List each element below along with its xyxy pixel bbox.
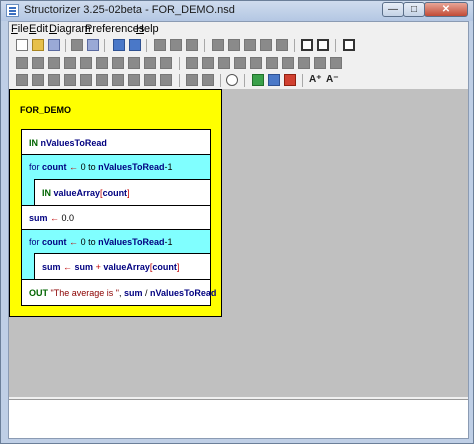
menu-file[interactable]: File xyxy=(11,23,29,35)
diagram-workspace[interactable]: FOR_DEMO IN nValuesToRead for count ← 0 … xyxy=(9,89,468,397)
add-instruction-icon[interactable] xyxy=(16,57,28,69)
add-alternative-icon[interactable] xyxy=(32,57,44,69)
sub-mode-icon[interactable] xyxy=(317,39,329,51)
save-icon[interactable] xyxy=(48,39,60,51)
for-loop-element[interactable]: for count ← 0 to nValuesToRead-1 sum ← s… xyxy=(21,229,211,280)
add-repeat-loop-icon[interactable] xyxy=(96,57,108,69)
toolbar-separator xyxy=(104,39,105,52)
menu-bar: File Edit Diagram Preferences Help xyxy=(9,22,468,36)
move-down-icon[interactable] xyxy=(260,39,272,51)
color-9-icon[interactable] xyxy=(314,57,326,69)
add-parallel-icon[interactable] xyxy=(160,57,172,69)
open-file-icon[interactable] xyxy=(32,39,44,51)
color-2-icon[interactable] xyxy=(202,57,214,69)
font-down-icon[interactable]: A⁻ xyxy=(326,74,339,86)
toolbar-separator xyxy=(335,39,336,52)
nsd-diagram[interactable]: FOR_DEMO IN nValuesToRead for count ← 0 … xyxy=(9,89,222,317)
assignment-element[interactable]: sum ← sum + valueArray[count] xyxy=(34,253,211,280)
expand-icon[interactable] xyxy=(202,74,214,86)
breakpoint-icon[interactable] xyxy=(284,74,296,86)
add-before-instruction-icon[interactable] xyxy=(16,74,28,86)
toolbar-separator xyxy=(146,39,147,52)
color-1-icon[interactable] xyxy=(186,57,198,69)
title-bar[interactable]: Structorizer 3.25-02beta - FOR_DEMO.nsd … xyxy=(1,1,473,21)
toolbar-separator xyxy=(302,74,303,87)
toolbar-separator xyxy=(220,74,221,87)
color-6-icon[interactable] xyxy=(266,57,278,69)
assignment-element[interactable]: sum ← 0.0 xyxy=(21,205,211,230)
toggle-mode-icon[interactable] xyxy=(343,39,355,51)
font-up-icon[interactable]: A⁺ xyxy=(309,74,322,86)
toolbar-separator xyxy=(65,39,66,52)
move-up-icon[interactable] xyxy=(244,39,256,51)
toolbar-separator xyxy=(179,57,180,70)
add-before-alternative-icon[interactable] xyxy=(32,74,44,86)
diagram-title[interactable]: FOR_DEMO xyxy=(20,105,71,115)
color-4-icon[interactable] xyxy=(234,57,246,69)
add-while-loop-icon[interactable] xyxy=(80,57,92,69)
maximize-button[interactable]: □ xyxy=(403,2,425,17)
toolbar-separator xyxy=(179,74,180,87)
add-case-icon[interactable] xyxy=(48,57,60,69)
toolbar-separator xyxy=(294,39,295,52)
color-5-icon[interactable] xyxy=(250,57,262,69)
toolbar-row-1 xyxy=(9,37,468,54)
toolbar-separator xyxy=(204,39,205,52)
add-forever-loop-icon[interactable] xyxy=(112,57,124,69)
export-icon[interactable] xyxy=(87,39,99,51)
color-8-icon[interactable] xyxy=(298,57,310,69)
paste-icon[interactable] xyxy=(186,39,198,51)
edit-element-icon[interactable] xyxy=(212,39,224,51)
add-before-while-icon[interactable] xyxy=(80,74,92,86)
menu-help[interactable]: Help xyxy=(136,23,159,35)
color-7-icon[interactable] xyxy=(282,57,294,69)
toolbar-separator xyxy=(244,74,245,87)
executor-bug-icon[interactable] xyxy=(252,74,264,86)
add-before-for-icon[interactable] xyxy=(64,74,76,86)
delete-element-icon[interactable] xyxy=(228,39,240,51)
add-before-jump-icon[interactable] xyxy=(144,74,156,86)
app-window: Structorizer 3.25-02beta - FOR_DEMO.nsd … xyxy=(0,0,474,444)
client-area: File Edit Diagram Preferences Help A⁺ A⁻… xyxy=(8,21,469,439)
add-before-case-icon[interactable] xyxy=(48,74,60,86)
add-before-call-icon[interactable] xyxy=(128,74,140,86)
app-icon xyxy=(6,4,19,17)
toolbar-row-2 xyxy=(9,55,468,72)
color-3-icon[interactable] xyxy=(218,57,230,69)
add-jump-icon[interactable] xyxy=(144,57,156,69)
program-mode-icon[interactable] xyxy=(301,39,313,51)
cut-icon[interactable] xyxy=(154,39,166,51)
color-10-icon[interactable] xyxy=(330,57,342,69)
add-before-parallel-icon[interactable] xyxy=(160,74,172,86)
toolbar-row-3: A⁺ A⁻ xyxy=(9,72,468,89)
add-call-icon[interactable] xyxy=(128,57,140,69)
turtleizer-icon[interactable] xyxy=(268,74,280,86)
add-before-forever-icon[interactable] xyxy=(112,74,124,86)
add-before-repeat-icon[interactable] xyxy=(96,74,108,86)
comment-panel[interactable] xyxy=(9,399,468,438)
collapse-icon[interactable] xyxy=(186,74,198,86)
transmute-icon[interactable] xyxy=(276,39,288,51)
menu-edit[interactable]: Edit xyxy=(29,23,48,35)
minimize-button[interactable]: — xyxy=(382,2,404,17)
output-element[interactable]: OUT "The average is ", sum / nValuesToRe… xyxy=(21,279,216,306)
window-title: Structorizer 3.25-02beta - FOR_DEMO.nsd xyxy=(24,4,235,16)
add-for-loop-icon[interactable] xyxy=(64,57,76,69)
print-icon[interactable] xyxy=(71,39,83,51)
new-file-icon[interactable] xyxy=(16,39,28,51)
undo-icon[interactable] xyxy=(113,39,125,51)
input-element[interactable]: IN nValuesToRead xyxy=(21,129,211,155)
copy-icon[interactable] xyxy=(170,39,182,51)
close-button[interactable]: ✕ xyxy=(424,2,468,17)
redo-icon[interactable] xyxy=(129,39,141,51)
analyser-eye-icon[interactable] xyxy=(226,74,238,86)
input-element[interactable]: IN valueArray[count] xyxy=(34,179,211,206)
